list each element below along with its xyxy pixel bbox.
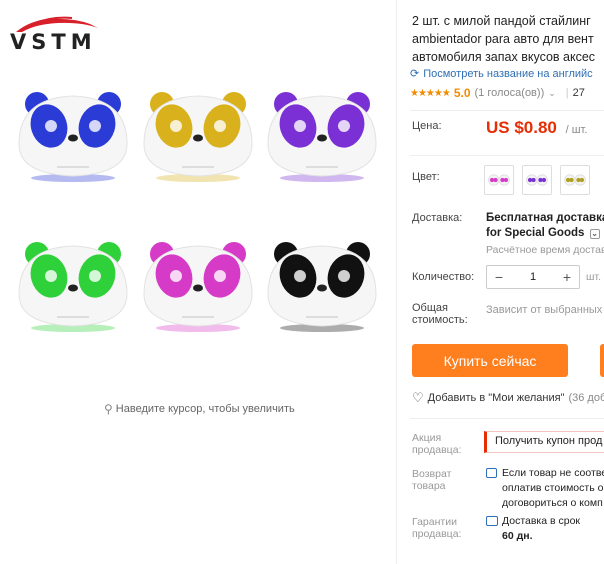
- add-to-cart-button[interactable]: [600, 344, 604, 377]
- return-icon: [486, 468, 497, 478]
- rating-score: 5.0: [453, 86, 471, 100]
- buy-now-button[interactable]: Купить сейчас: [412, 344, 568, 377]
- divider: [410, 110, 604, 111]
- product-info-panel: 2 шт. с милой пандой стайлинг ambientado…: [404, 0, 604, 564]
- color-label: Цвет:: [412, 171, 440, 183]
- product-title: 2 шт. с милой пандой стайлинг ambientado…: [412, 12, 604, 66]
- returns-text-line: Если товар не соотве: [502, 467, 604, 479]
- quantity-input[interactable]: 1: [511, 271, 555, 283]
- guarantee-delivery: Доставка в срок: [502, 515, 581, 527]
- product-image-pink[interactable]: [138, 232, 258, 332]
- shipping-label: Доставка:: [412, 212, 463, 224]
- guarantee-label-line: продавца:: [412, 528, 462, 540]
- price-amount: US $0.80: [486, 118, 557, 137]
- wishlist-label: Добавить в "Мои желания": [427, 392, 565, 404]
- divider: [410, 155, 604, 156]
- add-to-wishlist-link[interactable]: ♡ Добавить в "Мои желания" (36 доб: [412, 390, 604, 406]
- delivery-estimate: Расчётное время достав: [486, 244, 604, 256]
- zoom-hint-text: Наведите курсор, чтобы увеличить: [115, 403, 295, 415]
- seller-promo-label: Акция продавца:: [412, 432, 461, 456]
- color-options: [484, 165, 590, 195]
- zoom-hint: ⚲ Наведите курсор, чтобы увеличить: [104, 402, 295, 416]
- product-title-line: ambientador para авто для вент: [412, 32, 594, 46]
- total-label: Общая стоимость:: [412, 302, 468, 326]
- heart-icon: ♡: [412, 390, 424, 405]
- product-image-yellow[interactable]: [138, 82, 258, 182]
- returns-text-line: договориться о комп: [502, 497, 603, 509]
- product-image-black[interactable]: [262, 232, 382, 332]
- wishlist-count: (36 доб: [568, 392, 604, 404]
- product-image-purple[interactable]: [262, 82, 382, 182]
- product-image-blue[interactable]: [13, 82, 133, 182]
- total-label-line: стоимость:: [412, 314, 468, 326]
- product-image-green[interactable]: [13, 232, 133, 332]
- magnifier-icon: ⚲: [104, 402, 113, 416]
- price-value: US $0.80 / шт.: [486, 118, 587, 138]
- rating-stars: ★★★★★: [410, 87, 451, 99]
- returns-label-line: Возврат: [412, 468, 452, 480]
- rating-separator: |: [565, 87, 569, 99]
- rating-votes[interactable]: (1 голоса(ов)): [475, 87, 545, 99]
- shipping-special-goods: for Special Goods: [486, 227, 585, 239]
- returns-label-line: товара: [412, 480, 446, 492]
- product-gallery[interactable]: VSTM ⚲ Наведите курсор, чтобы увеличить: [0, 0, 396, 564]
- orders-count: 27: [572, 87, 585, 99]
- guarantee-label: Гарантии продавца:: [412, 516, 461, 540]
- chevron-down-icon[interactable]: ⌄: [589, 229, 600, 239]
- rating-row: ★★★★★ 5.0 (1 голоса(ов)) ⌄ | 27: [410, 86, 585, 100]
- quantity-stepper: − 1 +: [486, 265, 580, 289]
- guarantee-text: Доставка в срок 60 дн.: [502, 514, 580, 544]
- translate-link-text: Посмотреть название на английс: [423, 67, 593, 80]
- chevron-down-icon[interactable]: ⌄: [548, 88, 556, 99]
- divider: [410, 418, 604, 419]
- shipping-method-line2[interactable]: for Special Goods ⌄: [486, 227, 600, 239]
- quantity-increase-button[interactable]: +: [555, 269, 579, 285]
- color-swatch[interactable]: [560, 165, 590, 195]
- price-label: Цена:: [412, 120, 442, 132]
- truck-icon: [486, 516, 498, 526]
- product-title-line: автомобиля запах вкусов аксес: [412, 50, 596, 64]
- quantity-label: Количество:: [412, 271, 475, 283]
- returns-text-line: оплатив стоимость о: [502, 482, 604, 494]
- panel-divider: [396, 0, 397, 564]
- translate-title-link[interactable]: ⟳ Посмотреть название на английс: [410, 67, 593, 81]
- guarantee-days: 60 дн.: [502, 530, 533, 542]
- brand-logo: VSTM: [6, 14, 102, 54]
- product-title-line: 2 шт. с милой пандой стайлинг: [412, 14, 591, 28]
- total-label-line: Общая: [412, 302, 448, 314]
- quantity-unit: шт. (2: [586, 271, 604, 283]
- total-value: Зависит от выбранных з: [486, 304, 604, 316]
- translate-icon: ⟳: [410, 68, 420, 80]
- color-swatch[interactable]: [484, 165, 514, 195]
- returns-label: Возврат товара: [412, 468, 451, 492]
- quantity-decrease-button[interactable]: −: [487, 269, 511, 285]
- get-coupon-button[interactable]: Получить купон прод: [484, 431, 604, 453]
- brand-logo-text: VSTM: [10, 30, 97, 54]
- returns-text: Если товар не соотве оплатив стоимость о…: [502, 466, 604, 511]
- price-unit: / шт.: [565, 124, 588, 136]
- guarantee-label-line: Гарантии: [412, 516, 457, 528]
- color-swatch[interactable]: [522, 165, 552, 195]
- seller-promo-label-line: продавца:: [412, 444, 462, 456]
- seller-promo-label-line: Акция: [412, 432, 442, 444]
- shipping-method: Бесплатная доставка в: [486, 212, 604, 224]
